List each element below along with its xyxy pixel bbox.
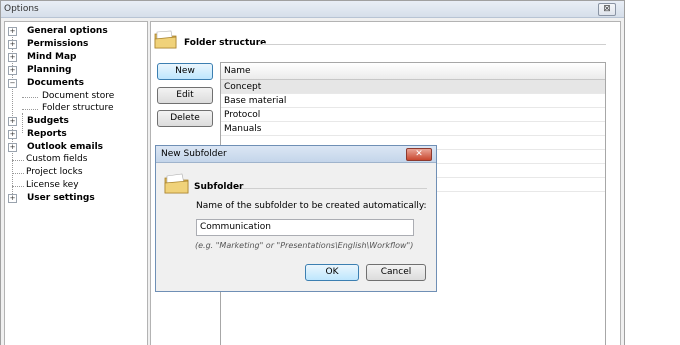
tree-item[interactable]: Custom fields xyxy=(26,154,87,165)
tree-item[interactable]: Planning xyxy=(27,65,72,76)
dialog-titlebar[interactable]: New Subfolder ✕ xyxy=(156,146,436,163)
tree-item[interactable]: License key xyxy=(26,180,79,191)
tree-item-label: Planning xyxy=(27,64,72,75)
tree-guide-line xyxy=(12,185,24,187)
tree-item[interactable]: Outlook emails xyxy=(27,142,103,153)
tree-item[interactable]: User settings xyxy=(27,193,95,204)
tree-item[interactable]: Permissions xyxy=(27,39,88,50)
tree-guide-line xyxy=(22,109,38,111)
ok-button[interactable]: OK xyxy=(305,264,359,281)
tree-item[interactable]: Folder structure xyxy=(42,103,114,114)
tree-item-label: Folder structure xyxy=(42,103,114,114)
expand-icon[interactable]: + xyxy=(8,65,17,75)
expand-icon[interactable]: + xyxy=(8,117,17,127)
expand-icon[interactable]: + xyxy=(8,52,17,62)
expand-icon[interactable]: + xyxy=(8,27,17,36)
close-icon: ⊠ xyxy=(603,4,611,14)
new-button[interactable]: New xyxy=(157,63,213,80)
dialog-divider xyxy=(242,188,427,189)
expand-icon[interactable]: + xyxy=(8,39,17,49)
subfolder-name-input[interactable]: Communication xyxy=(196,219,414,236)
tree-item-label: Custom fields xyxy=(26,154,88,165)
tree-item[interactable]: Project locks xyxy=(26,167,83,178)
tree-guide-line xyxy=(12,173,24,174)
tree-guide-line xyxy=(12,160,24,162)
tree-item-label: Mind Map xyxy=(27,51,77,62)
expand-icon[interactable]: + xyxy=(8,193,17,203)
tree-item[interactable]: Budgets xyxy=(27,116,69,127)
column-header-name[interactable]: Name xyxy=(221,62,605,80)
tree-item-label: License key xyxy=(26,179,79,190)
folder-icon xyxy=(154,30,177,49)
tree-item[interactable]: Reports xyxy=(27,129,67,140)
tree-item-label: Outlook emails xyxy=(27,142,104,153)
expand-icon[interactable]: + xyxy=(8,143,17,153)
tree-item-label: Document store xyxy=(42,90,115,101)
window-close-button[interactable]: ⊠ xyxy=(598,3,616,16)
dialog-close-button[interactable]: ✕ xyxy=(406,148,432,161)
list-item[interactable]: Base material xyxy=(221,94,605,108)
tree-item[interactable]: Document store xyxy=(42,91,114,102)
folder-icon xyxy=(164,173,189,194)
tree-item[interactable]: Documents xyxy=(27,78,84,89)
tree-guide-line xyxy=(22,96,38,98)
subfolder-name-label: Name of the subfolder to be created auto… xyxy=(196,201,427,211)
tree-item-label: Documents xyxy=(27,77,84,88)
edit-button[interactable]: Edit xyxy=(157,87,213,104)
tree-item[interactable]: Mind Map xyxy=(27,52,77,63)
delete-button[interactable]: Delete xyxy=(157,110,213,127)
section-divider xyxy=(258,44,606,45)
collapse-icon[interactable]: − xyxy=(8,78,17,88)
close-icon: ✕ xyxy=(415,149,423,159)
tree-item-label: Permissions xyxy=(27,38,89,49)
list-item[interactable]: Manuals xyxy=(221,122,605,136)
dialog-title: New Subfolder xyxy=(161,149,227,159)
tree-item-label: General options xyxy=(27,26,108,36)
tree-item[interactable]: General options xyxy=(27,26,108,37)
tree-item-label: Project locks xyxy=(26,167,83,177)
tree-item-label: Budgets xyxy=(27,116,69,127)
tree-item-label: User settings xyxy=(27,192,95,203)
window-title: Options xyxy=(4,4,39,14)
window-titlebar[interactable]: Options ⊠ xyxy=(1,1,624,18)
list-item[interactable]: Protocol xyxy=(221,108,605,122)
list-item[interactable]: Concept xyxy=(221,80,605,94)
dialog-heading: Subfolder xyxy=(194,182,244,192)
tree-guide-line xyxy=(22,113,23,133)
section-title: Folder structure xyxy=(184,38,267,48)
subfolder-hint: (e.g. "Marketing" or "Presentations\Engl… xyxy=(195,241,414,250)
expand-icon[interactable]: + xyxy=(8,130,17,140)
cancel-button[interactable]: Cancel xyxy=(366,264,426,281)
tree-item-label: Reports xyxy=(27,129,67,140)
